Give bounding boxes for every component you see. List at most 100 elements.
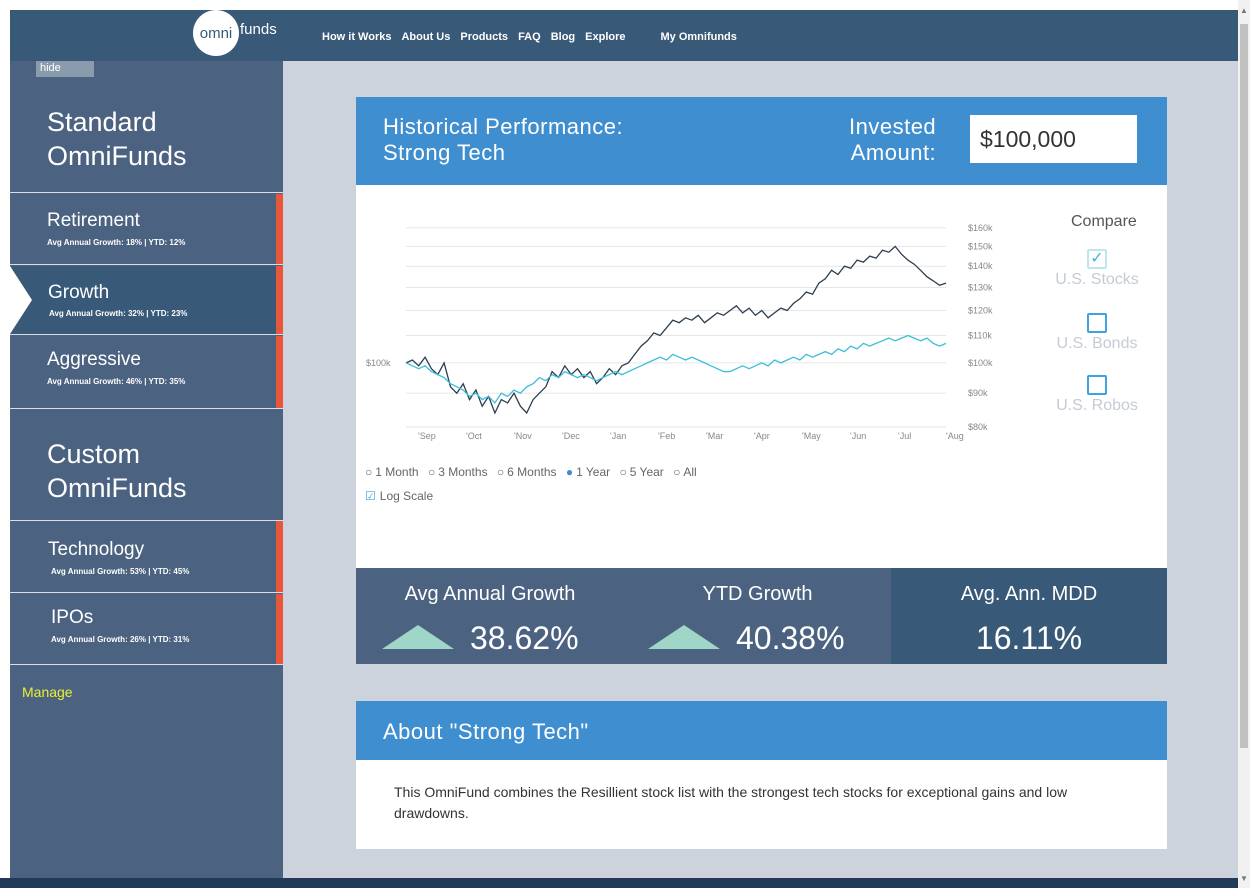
divider <box>10 592 283 593</box>
x-tick-label: 'Dec <box>562 431 580 441</box>
y-tick-label: $110k <box>968 331 992 341</box>
scroll-down-icon[interactable]: ▼ <box>1240 874 1248 883</box>
top-nav: omni funds How it Works About Us Product… <box>10 10 1238 61</box>
invested-amount-label: Invested Amount: <box>849 114 936 166</box>
performance-title-line2: Strong Tech <box>383 140 506 165</box>
stat-avg-ann-mdd: Avg. Ann. MDD 16.11% <box>891 568 1167 664</box>
about-title: About "Strong Tech" <box>383 719 589 744</box>
selected-arrow-icon <box>10 266 32 334</box>
range-label: 1 Month <box>375 465 419 479</box>
divider <box>10 664 283 665</box>
radio-empty-icon: ○ <box>365 465 373 479</box>
compare-us-robos[interactable]: U.S. Robos <box>1052 375 1142 415</box>
nav-link-how-it-works[interactable]: How it Works <box>322 31 391 43</box>
radio-empty-icon: ○ <box>427 465 436 479</box>
range-3-months[interactable]: ○ 3 Months <box>428 465 491 479</box>
standard-heading-line1: Standard <box>47 107 157 137</box>
range-label: All <box>683 465 697 479</box>
fund-stats: Avg Annual Growth: 53% | YTD: 45% <box>51 567 190 576</box>
radio-empty-icon: ○ <box>496 465 505 479</box>
scroll-up-icon[interactable]: ▲ <box>1240 6 1248 15</box>
nav-link-products[interactable]: Products <box>460 31 508 43</box>
nav-link-explore[interactable]: Explore <box>585 31 625 43</box>
sidebar-item-growth[interactable]: Growth Avg Annual Growth: 32% | YTD: 23% <box>10 266 283 334</box>
radio-empty-icon: ○ <box>619 465 627 479</box>
stat-value: 40.38% <box>736 620 845 656</box>
sidebar-item-retirement[interactable]: Retirement Avg Annual Growth: 18% | YTD:… <box>10 194 283 264</box>
series-line-fund <box>405 245 947 415</box>
x-tick-label: 'Feb <box>658 431 675 441</box>
range-1-year[interactable]: ● 1 Year <box>566 465 613 479</box>
invested-amount-input[interactable] <box>970 115 1137 163</box>
sidebar-item-aggressive[interactable]: Aggressive Avg Annual Growth: 46% | YTD:… <box>10 336 283 408</box>
range-5-year[interactable]: ○ 5 Year <box>620 465 667 479</box>
hide-sidebar-button[interactable]: hide <box>36 61 94 77</box>
up-arrow-icon <box>648 625 720 649</box>
nav-link-my-omnifunds[interactable]: My Omnifunds <box>661 31 737 43</box>
checkbox-empty-icon[interactable] <box>1087 313 1107 333</box>
up-arrow-icon <box>382 625 454 649</box>
performance-chart: $80k $90k $100k $110k $120k $130k $140k $150k $1… <box>366 223 993 441</box>
stat-label: YTD Growth <box>702 583 813 605</box>
compare-us-bonds[interactable]: U.S. Bonds <box>1052 313 1142 353</box>
fund-name: Retirement <box>47 210 140 231</box>
checkbox-empty-icon[interactable] <box>1087 375 1107 395</box>
range-all[interactable]: ○ All <box>673 465 700 479</box>
y-tick-label: $160k <box>968 223 993 233</box>
divider <box>10 408 283 409</box>
range-1-month[interactable]: ○ 1 Month <box>365 465 422 479</box>
range-label: 3 Months <box>438 465 488 479</box>
compare-us-stocks[interactable]: ✓ U.S. Stocks <box>1052 249 1142 289</box>
x-tick-label: 'Jan <box>610 431 626 441</box>
fund-stats: Avg Annual Growth: 46% | YTD: 35% <box>47 377 186 386</box>
fund-stats: Avg Annual Growth: 26% | YTD: 31% <box>51 635 190 644</box>
radio-empty-icon: ○ <box>673 465 681 479</box>
about-body: This OmniFund combines the Resillient st… <box>356 760 1167 849</box>
stat-label: Avg Annual Growth <box>404 583 576 605</box>
x-tick-label: 'Mar <box>706 431 723 441</box>
log-scale-label: Log Scale <box>379 489 434 503</box>
performance-body: $80k $90k $100k $110k $120k $130k $140k $150k $1… <box>356 185 1167 568</box>
fund-stats: Avg Annual Growth: 32% | YTD: 23% <box>49 309 188 318</box>
standard-omnifunds-heading: Standard OmniFunds <box>10 105 283 173</box>
log-scale-toggle[interactable]: ☑ Log Scale <box>365 489 433 503</box>
divider <box>10 192 283 193</box>
checkbox-checked-icon[interactable]: ✓ <box>1087 249 1107 269</box>
range-label: 1 Year <box>576 465 611 479</box>
custom-heading-line1: Custom <box>47 439 141 469</box>
nav-link-about-us[interactable]: About Us <box>401 31 450 43</box>
bottom-bar <box>0 878 1238 888</box>
window-frame-top <box>0 0 1250 10</box>
nav-link-blog[interactable]: Blog <box>551 31 575 43</box>
manage-link[interactable]: Manage <box>22 684 73 700</box>
fund-stats: Avg Annual Growth: 18% | YTD: 12% <box>47 238 186 247</box>
nav-links: How it Works About Us Products FAQ Blog … <box>322 31 747 43</box>
performance-header: Historical Performance: Strong Tech Inve… <box>356 97 1167 185</box>
range-6-months[interactable]: ○ 6 Months <box>497 465 560 479</box>
y-tick-label: $130k <box>968 283 993 293</box>
x-tick-label: 'Aug <box>946 431 964 441</box>
compare-label: U.S. Stocks <box>1055 271 1139 288</box>
stat-value: 38.62% <box>470 620 579 656</box>
y-tick-label: $120k <box>968 305 993 315</box>
performance-title: Historical Performance: Strong Tech <box>383 114 623 166</box>
x-tick-label: 'May <box>802 431 821 441</box>
omnifunds-logo[interactable]: omni funds <box>193 10 277 56</box>
window-frame-left <box>0 0 10 888</box>
sidebar-item-ipos[interactable]: IPOs Avg Annual Growth: 26% | YTD: 31% <box>10 594 283 664</box>
scrollbar-thumb[interactable] <box>1240 24 1248 748</box>
compare-title: Compare <box>1071 213 1137 230</box>
y-tick-label: $140k <box>968 261 993 271</box>
divider <box>10 264 283 265</box>
checkbox-checked-icon: ☑ <box>365 489 376 503</box>
sidebar-item-technology[interactable]: Technology Avg Annual Growth: 53% | YTD:… <box>10 521 283 592</box>
x-tick-label: 'Oct <box>466 431 482 441</box>
fund-name: Technology <box>48 539 145 560</box>
sidebar: hide Standard OmniFunds Retirement Avg A… <box>10 61 283 878</box>
x-tick-label: 'Sep <box>418 431 436 441</box>
vertical-scrollbar[interactable]: ▲ ▼ <box>1238 0 1250 888</box>
invested-label-line1: Invested <box>849 114 937 139</box>
nav-link-faq[interactable]: FAQ <box>518 31 541 43</box>
x-tick-label: 'Nov <box>514 431 532 441</box>
logo-text: funds <box>240 20 277 38</box>
